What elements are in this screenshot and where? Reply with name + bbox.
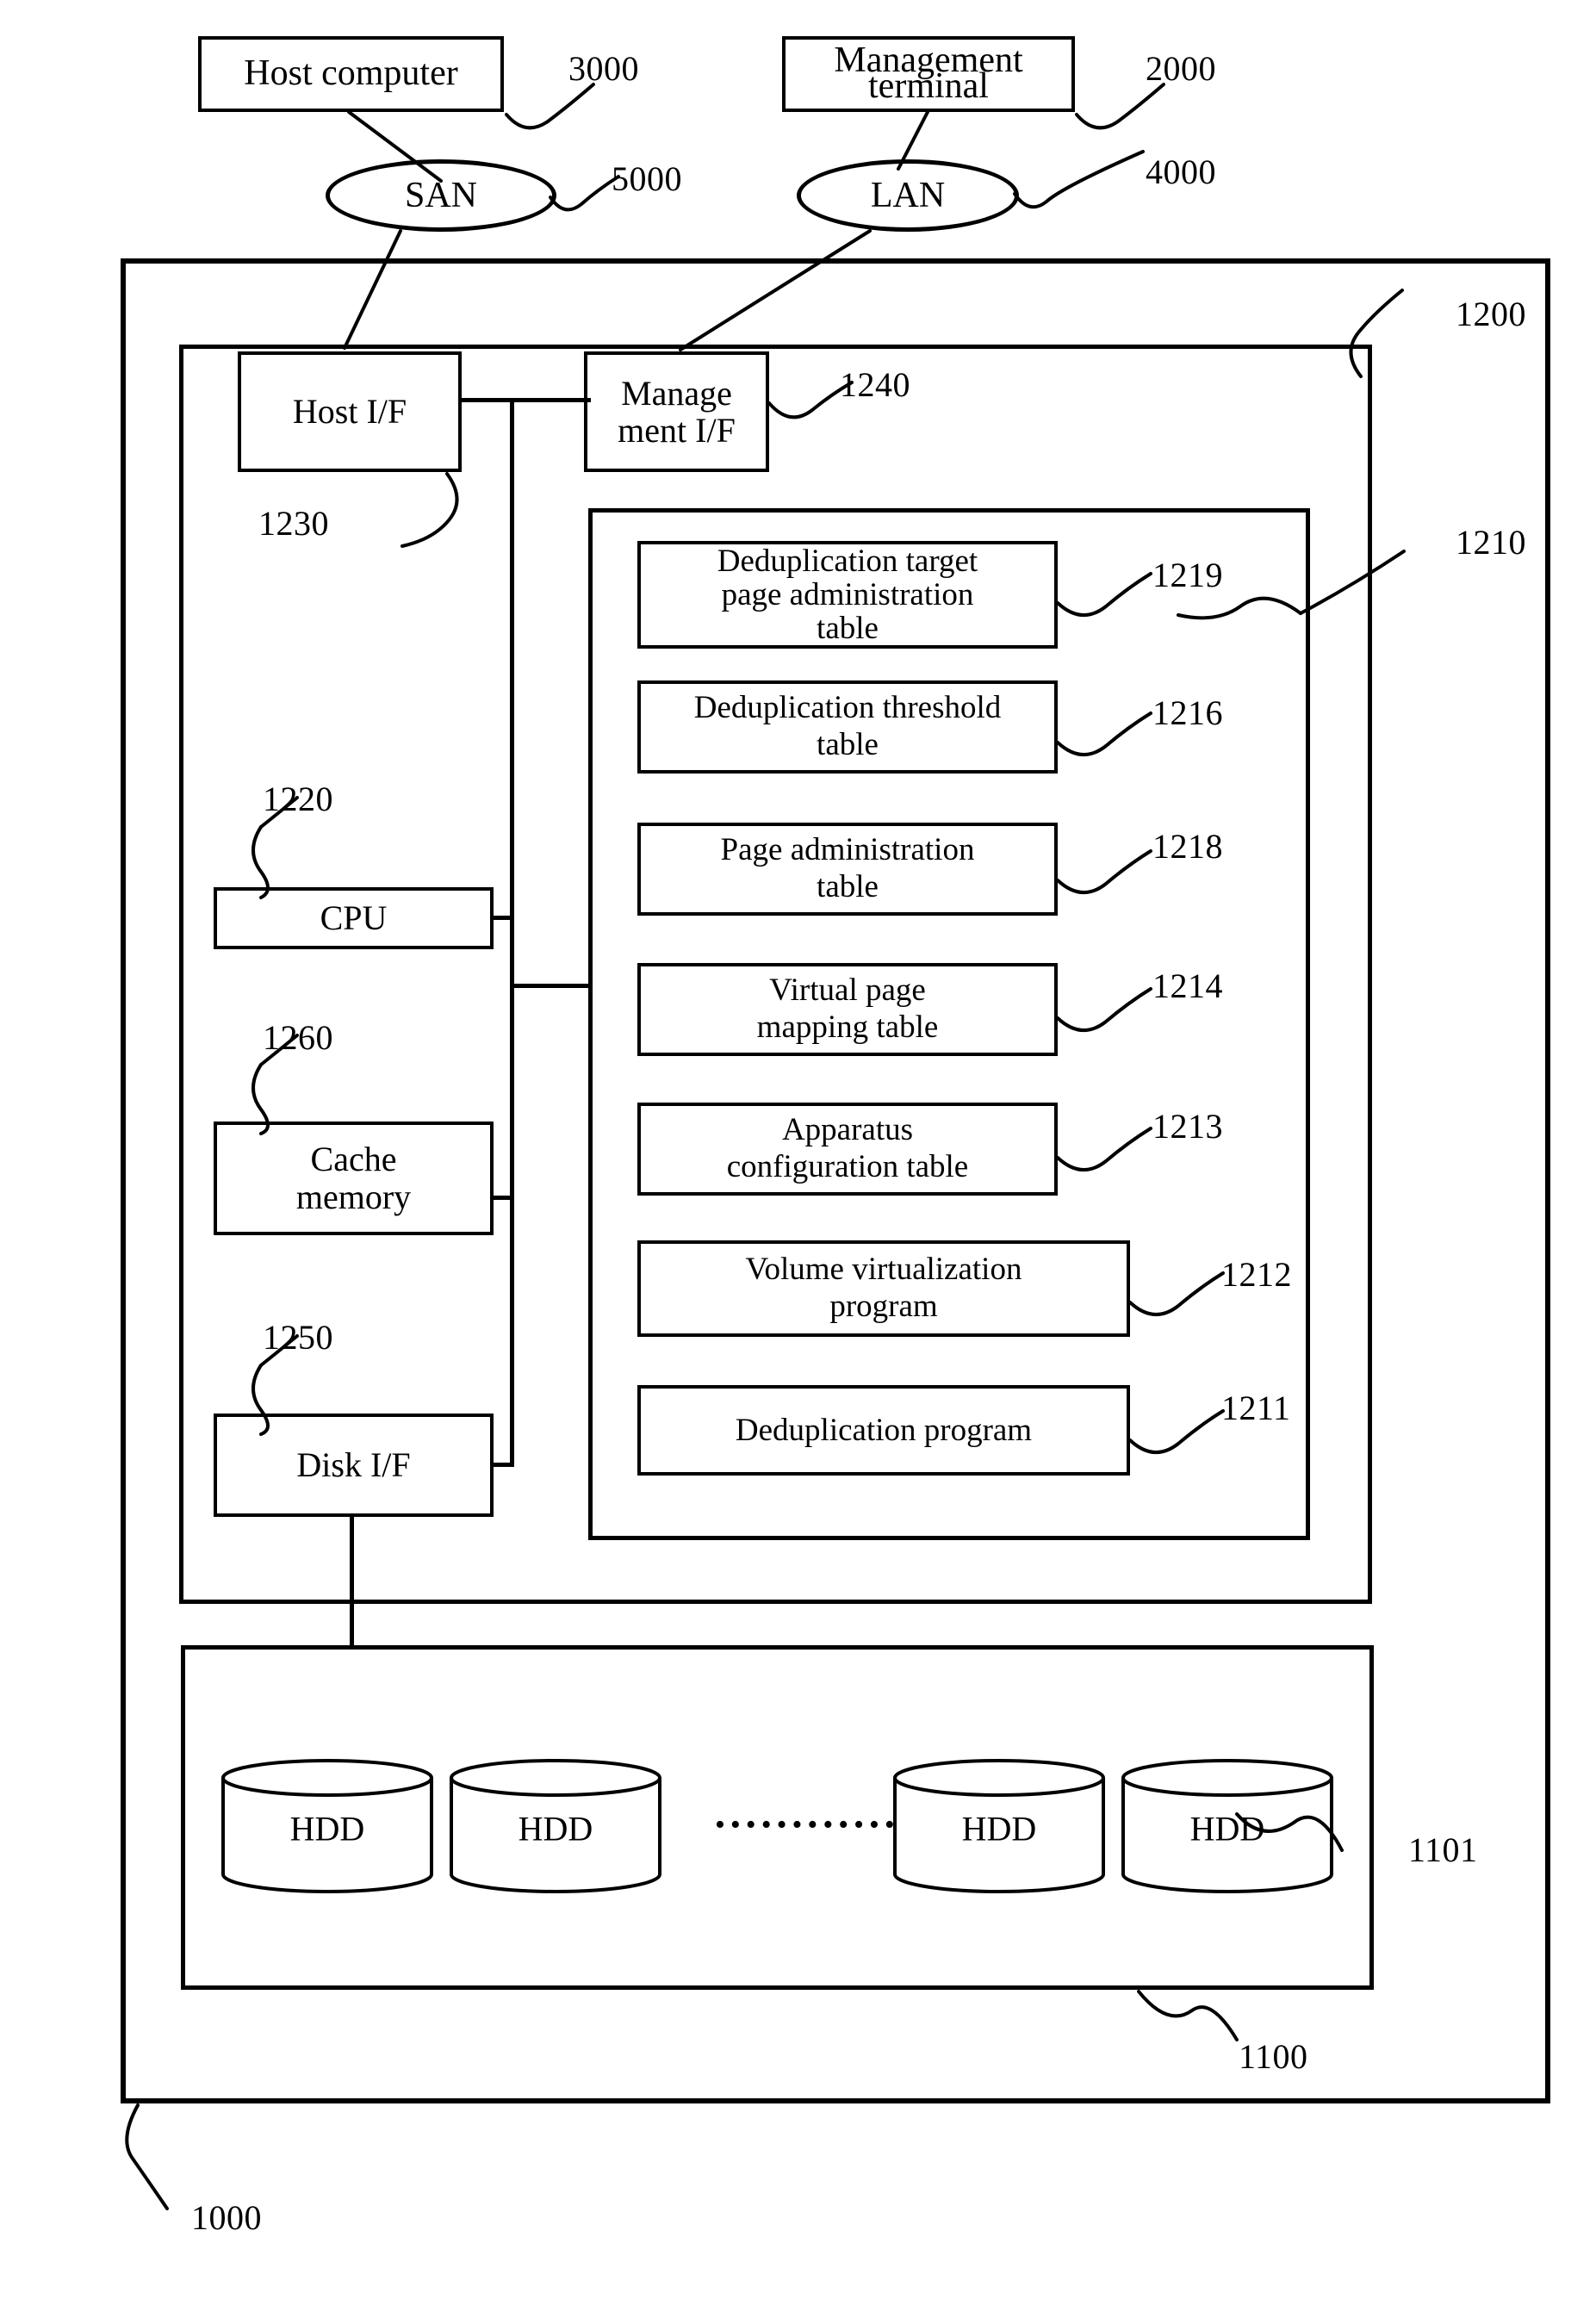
bus-cpu-connector bbox=[494, 916, 514, 920]
lan-ref: 4000 bbox=[1146, 152, 1216, 191]
page-administration-table-ref: 1218 bbox=[1152, 827, 1223, 866]
host-if-box: Host I/F bbox=[238, 351, 462, 472]
volume-virtualization-program-box: Volume virtualization program bbox=[637, 1240, 1130, 1337]
bus-vertical-trunk bbox=[510, 398, 514, 1466]
mem-item-1-line-0: Deduplication threshold bbox=[693, 690, 1002, 726]
hdd-cylinder-4: HDD bbox=[1120, 1757, 1335, 1895]
san-ref: 5000 bbox=[612, 159, 682, 198]
host-if-ref: 1230 bbox=[258, 504, 329, 543]
host-computer-box: Host computer bbox=[198, 36, 504, 112]
host-if-label: Host I/F bbox=[292, 391, 407, 431]
mem-item-1-line-1: table bbox=[817, 727, 879, 762]
management-if-label-line1: Manage bbox=[621, 373, 732, 413]
page-administration-table-box: Page administration table bbox=[637, 823, 1058, 916]
disk-unit-ref: 1100 bbox=[1239, 2037, 1308, 2076]
cache-memory-box: Cache memory bbox=[214, 1122, 494, 1235]
mem-item-3-line-0: Virtual page bbox=[769, 972, 926, 1009]
hdd-label-3: HDD bbox=[961, 1809, 1037, 1849]
mem-item-0-line-0: Deduplication target bbox=[717, 543, 978, 579]
hdd-label-4: HDD bbox=[1189, 1809, 1265, 1849]
hdd-cylinder-3: HDD bbox=[891, 1757, 1107, 1895]
memory-ref: 1210 bbox=[1456, 523, 1526, 562]
storage-apparatus-ref: 1000 bbox=[191, 2198, 262, 2237]
controller-ref: 1200 bbox=[1456, 295, 1526, 333]
bus-hostif-horizontal bbox=[462, 398, 591, 402]
diskif-to-diskunit-line bbox=[350, 1517, 354, 1648]
mem-item-5-line-0: Volume virtualization bbox=[745, 1252, 1022, 1288]
bus-cache-connector bbox=[494, 1196, 514, 1200]
deduplication-threshold-table-ref: 1216 bbox=[1152, 693, 1223, 732]
hdd-cylinder-1: HDD bbox=[220, 1757, 435, 1895]
mem-item-2-line-0: Page administration bbox=[720, 832, 975, 868]
apparatus-configuration-table-box: Apparatus configuration table bbox=[637, 1103, 1058, 1196]
hdd-ellipsis: •••••••••••• bbox=[715, 1809, 900, 1841]
cache-memory-ref: 1260 bbox=[263, 1018, 333, 1057]
apparatus-configuration-table-ref: 1213 bbox=[1152, 1107, 1223, 1146]
virtual-page-mapping-table-box: Virtual page mapping table bbox=[637, 963, 1058, 1056]
host-computer-label: Host computer bbox=[244, 53, 458, 94]
mem-item-0-line-1: page administration bbox=[721, 576, 974, 612]
deduplication-program-ref: 1211 bbox=[1221, 1389, 1291, 1427]
hdd-label-2: HDD bbox=[518, 1809, 593, 1849]
management-if-label-line2: ment I/F bbox=[618, 411, 736, 450]
virtual-page-mapping-table-ref: 1214 bbox=[1152, 966, 1223, 1005]
host-computer-ref: 3000 bbox=[568, 49, 639, 88]
management-if-ref: 1240 bbox=[840, 365, 910, 404]
cpu-ref: 1220 bbox=[263, 780, 333, 818]
volume-virtualization-program-ref: 1212 bbox=[1221, 1255, 1292, 1294]
bus-memory-connector bbox=[510, 984, 592, 988]
lan-ellipse: LAN bbox=[797, 159, 1019, 232]
hdd-label-1: HDD bbox=[289, 1809, 365, 1849]
mem-item-0-line-2: table bbox=[817, 611, 879, 647]
mem-item-4-line-1: configuration table bbox=[726, 1149, 969, 1184]
management-terminal-box: Management terminal bbox=[782, 36, 1075, 112]
lan-label: LAN bbox=[870, 176, 946, 215]
management-terminal-ref: 2000 bbox=[1146, 49, 1216, 88]
figure-canvas: Host computer 3000 Management terminal 2… bbox=[0, 0, 1596, 2299]
deduplication-program-box: Deduplication program bbox=[637, 1385, 1130, 1476]
cpu-label: CPU bbox=[320, 898, 388, 937]
disk-if-ref: 1250 bbox=[263, 1318, 333, 1357]
deduplication-threshold-table-box: Deduplication threshold table bbox=[637, 680, 1058, 774]
san-label: SAN bbox=[404, 176, 478, 215]
disk-if-label: Disk I/F bbox=[296, 1445, 411, 1484]
mem-item-3-line-1: mapping table bbox=[756, 1010, 939, 1045]
san-ellipse: SAN bbox=[326, 159, 556, 232]
cache-memory-label-line1: Cache bbox=[310, 1140, 397, 1178]
deduplication-target-page-administration-table-box: Deduplication target page administration… bbox=[637, 541, 1058, 649]
cpu-box: CPU bbox=[214, 887, 494, 949]
mem-item-5-line-1: program bbox=[829, 1289, 938, 1324]
mem-item-4-line-0: Apparatus bbox=[781, 1112, 914, 1148]
management-if-box: Manage ment I/F bbox=[584, 351, 769, 472]
hdd-ref: 1101 bbox=[1408, 1830, 1478, 1869]
hdd-cylinder-2: HDD bbox=[448, 1757, 663, 1895]
cache-memory-label-line2: memory bbox=[295, 1177, 412, 1216]
bus-diskif-connector bbox=[494, 1463, 514, 1467]
deduplication-target-page-administration-table-ref: 1219 bbox=[1152, 556, 1223, 594]
mem-item-2-line-1: table bbox=[817, 869, 879, 904]
mem-item-6-line-0: Deduplication program bbox=[735, 1412, 1033, 1448]
management-terminal-label-line2: terminal bbox=[868, 66, 989, 106]
disk-if-box: Disk I/F bbox=[214, 1414, 494, 1517]
